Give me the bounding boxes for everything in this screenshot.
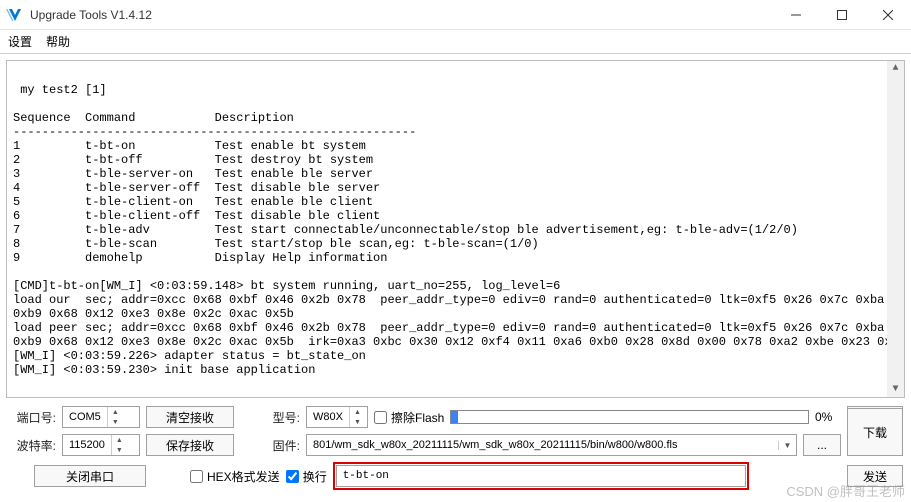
menu-help[interactable]: 帮助 xyxy=(46,33,70,50)
titlebar: Upgrade Tools V1.4.12 xyxy=(0,0,911,30)
command-highlight xyxy=(333,462,749,490)
chevron-down-icon[interactable]: ▼ xyxy=(350,417,365,427)
chevron-down-icon[interactable]: ▼ xyxy=(108,417,123,427)
app-icon xyxy=(6,6,24,24)
baud-value: 115200 xyxy=(63,439,111,451)
firmware-value: 801/wm_sdk_w80x_20211115/wm_sdk_w80x_202… xyxy=(307,439,778,451)
erase-flash-label: 擦除Flash xyxy=(391,409,444,426)
row-3: 关闭串口 HEX格式发送 换行 发送 xyxy=(8,462,903,490)
minimize-button[interactable] xyxy=(773,0,819,30)
baud-spinner[interactable]: ▲▼ xyxy=(111,435,127,455)
scroll-up-icon[interactable]: ▲ xyxy=(888,61,903,76)
model-label: 型号: xyxy=(240,409,300,426)
clear-receive-button[interactable]: 清空接收 xyxy=(146,406,234,428)
model-select[interactable]: W80X ▲▼ xyxy=(306,406,368,428)
port-value: COM5 xyxy=(63,411,107,423)
firmware-select[interactable]: 801/wm_sdk_w80x_20211115/wm_sdk_w80x_202… xyxy=(306,434,797,456)
menu-settings[interactable]: 设置 xyxy=(8,33,32,50)
save-receive-button[interactable]: 保存接收 xyxy=(146,434,234,456)
hex-send-label: HEX格式发送 xyxy=(207,468,280,485)
progress-percent: 0% xyxy=(815,410,841,424)
maximize-button[interactable] xyxy=(819,0,865,30)
newline-checkbox[interactable]: 换行 xyxy=(286,468,327,485)
terminal-log-text: [CMD]t-bt-on[WM_I] <0:03:59.148> bt syst… xyxy=(13,279,905,377)
chevron-up-icon[interactable]: ▲ xyxy=(108,407,123,417)
download-button[interactable]: 下载 xyxy=(847,408,903,456)
terminal-scrollbar[interactable]: ▲ ▼ xyxy=(887,61,904,397)
port-label: 端口号: xyxy=(8,409,56,426)
browse-button[interactable]: ... xyxy=(803,434,841,456)
send-button[interactable]: 发送 xyxy=(847,465,903,487)
erase-flash-input[interactable] xyxy=(374,411,387,424)
terminal-header-text: my test2 [1] Sequence Command Descriptio… xyxy=(13,83,798,265)
erase-flash-checkbox[interactable]: 擦除Flash xyxy=(374,409,444,426)
newline-label: 换行 xyxy=(303,468,327,485)
menubar: 设置 帮助 xyxy=(0,30,911,54)
port-select[interactable]: COM5 ▲▼ xyxy=(62,406,140,428)
scroll-down-icon[interactable]: ▼ xyxy=(888,382,903,397)
hex-send-checkbox[interactable]: HEX格式发送 xyxy=(190,468,280,485)
model-value: W80X xyxy=(307,411,349,423)
row-1: 端口号: COM5 ▲▼ 清空接收 型号: W80X ▲▼ 擦除Flash 0%… xyxy=(8,406,903,428)
chevron-down-icon[interactable]: ▼ xyxy=(778,441,796,450)
progress-bar xyxy=(450,410,809,424)
model-spinner[interactable]: ▲▼ xyxy=(349,407,365,427)
control-panel: 端口号: COM5 ▲▼ 清空接收 型号: W80X ▲▼ 擦除Flash 0%… xyxy=(0,398,911,494)
row-2: 波特率: 115200 ▲▼ 保存接收 固件: 801/wm_sdk_w80x_… xyxy=(8,434,903,456)
close-port-button[interactable]: 关闭串口 xyxy=(34,465,146,487)
window-buttons xyxy=(773,0,911,30)
baud-label: 波特率: xyxy=(8,437,56,454)
terminal-output[interactable]: my test2 [1] Sequence Command Descriptio… xyxy=(6,60,905,398)
port-spinner[interactable]: ▲▼ xyxy=(107,407,123,427)
firmware-label: 固件: xyxy=(240,437,300,454)
window-title: Upgrade Tools V1.4.12 xyxy=(30,8,773,22)
hex-send-input[interactable] xyxy=(190,470,203,483)
chevron-up-icon[interactable]: ▲ xyxy=(112,435,127,445)
newline-input[interactable] xyxy=(286,470,299,483)
close-button[interactable] xyxy=(865,0,911,30)
command-input[interactable] xyxy=(336,465,746,487)
chevron-up-icon[interactable]: ▲ xyxy=(350,407,365,417)
baud-select[interactable]: 115200 ▲▼ xyxy=(62,434,140,456)
chevron-down-icon[interactable]: ▼ xyxy=(112,445,127,455)
